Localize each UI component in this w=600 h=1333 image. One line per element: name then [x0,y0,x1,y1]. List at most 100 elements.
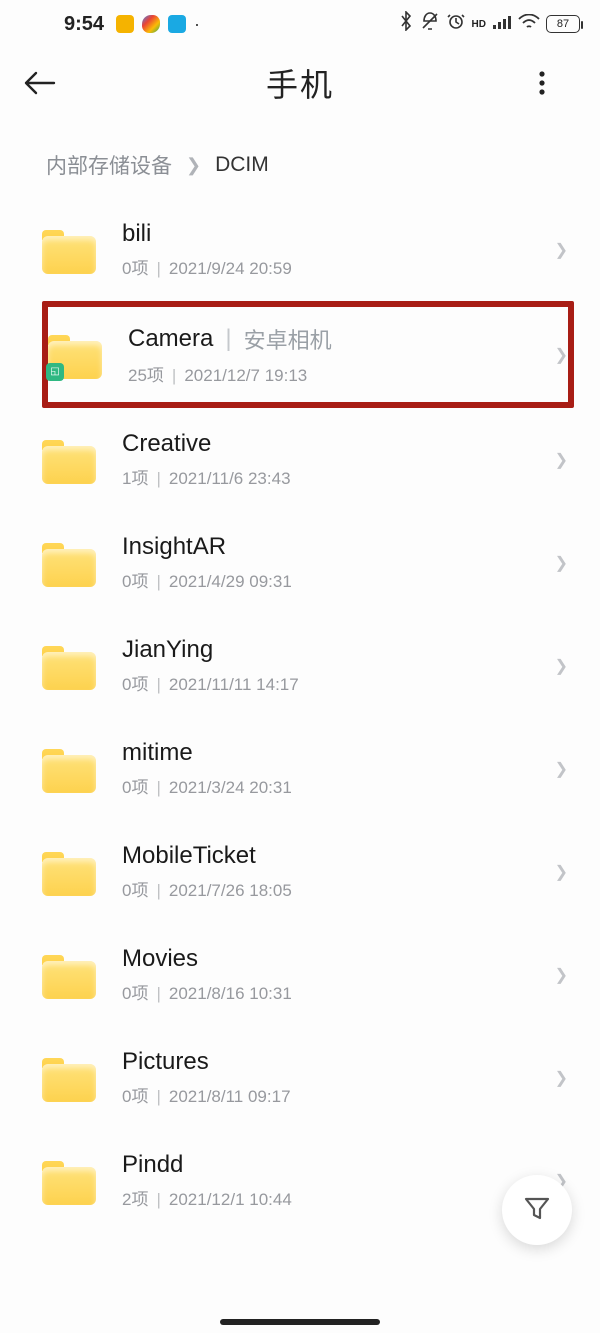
folder-count: 0项 [122,259,148,278]
chevron-right-icon: ❯ [536,656,568,676]
folder-count: 2项 [122,1190,148,1209]
status-bar: 9:54 · HD 87 [0,0,600,48]
folder-name: bili [122,220,151,248]
alarm-icon [446,11,466,37]
folder-text: Movies 0项|2021/8/16 10:31 [122,945,536,1004]
chevron-right-icon: ❯ [536,965,568,985]
folder-count: 0项 [122,675,148,694]
mute-icon [420,11,440,37]
folder-item-mitime[interactable]: mitime 0项|2021/3/24 20:31 ❯ [42,717,574,820]
folder-item-movies[interactable]: Movies 0项|2021/8/16 10:31 ❯ [42,923,574,1026]
folder-date: 2021/11/6 23:43 [169,469,291,488]
status-time: 9:54 [64,13,104,36]
folder-count: 25项 [128,366,164,385]
folder-icon [42,436,96,484]
folder-text: JianYing 0项|2021/11/11 14:17 [122,636,536,695]
folder-date: 2021/7/26 18:05 [169,881,292,900]
folder-item-camera[interactable]: ◱ Camera | 安卓相机 25项|2021/12/7 19:13 ❯ [42,301,574,408]
folder-icon [42,1157,96,1205]
folder-name: Pindd [122,1151,183,1179]
chevron-right-icon: ❯ [536,345,568,365]
status-right: HD 87 [398,11,580,37]
folder-name: Movies [122,945,198,973]
folder-text: mitime 0项|2021/3/24 20:31 [122,739,536,798]
battery-icon: 87 [546,15,580,33]
folder-text: Pindd 2项|2021/12/1 10:44 [122,1151,536,1210]
folder-icon [42,951,96,999]
page-title: 手机 [62,60,538,106]
folder-text: InsightAR 0项|2021/4/29 09:31 [122,533,536,592]
folder-name: Pictures [122,1048,209,1076]
folder-text: Camera | 安卓相机 25项|2021/12/7 19:13 [128,323,536,386]
folder-text: bili 0项|2021/9/24 20:59 [122,220,536,279]
folder-count: 1项 [122,469,148,488]
folder-name: mitime [122,739,193,767]
status-dot: · [194,14,200,35]
battery-level: 87 [557,18,569,30]
folder-item-pictures[interactable]: Pictures 0项|2021/8/11 09:17 ❯ [42,1026,574,1129]
folder-date: 2021/12/1 10:44 [169,1190,292,1209]
bluetooth-icon [398,11,414,37]
chevron-right-icon: ❯ [536,759,568,779]
folder-count: 0项 [122,1087,148,1106]
title-bar: 手机 [0,48,600,118]
folder-count: 0项 [122,778,148,797]
filter-icon [522,1193,552,1228]
breadcrumb-current: DCIM [215,153,269,177]
folder-date: 2021/3/24 20:31 [169,778,292,797]
signal-icon [492,13,512,36]
folder-item-pindd[interactable]: Pindd 2项|2021/12/1 10:44 ❯ [42,1129,574,1232]
chevron-right-icon: ❯ [536,862,568,882]
hd-icon: HD [472,19,486,30]
title-separator: | [225,325,231,353]
folder-name: Creative [122,430,211,458]
folder-name: Camera [128,325,213,353]
folder-text: Creative 1项|2021/11/6 23:43 [122,430,536,489]
folder-item-insightar[interactable]: InsightAR 0项|2021/4/29 09:31 ❯ [42,511,574,614]
folder-date: 2021/8/11 09:17 [169,1087,291,1106]
folder-icon [42,848,96,896]
folder-icon: ◱ [48,331,102,379]
folder-text: MobileTicket 0项|2021/7/26 18:05 [122,842,536,901]
folder-item-mobileticket[interactable]: MobileTicket 0项|2021/7/26 18:05 ❯ [42,820,574,923]
folder-date: 2021/9/24 20:59 [169,259,292,278]
chevron-right-icon: ❯ [186,155,201,176]
app-icon-2 [142,15,160,33]
app-icon-1 [116,15,134,33]
more-button[interactable] [538,69,578,97]
breadcrumb: 内部存储设备 ❯ DCIM [0,118,600,198]
folder-icon [42,226,96,274]
folder-icon [42,642,96,690]
folder-text: Pictures 0项|2021/8/11 09:17 [122,1048,536,1107]
back-button[interactable] [22,69,62,97]
breadcrumb-root[interactable]: 内部存储设备 [46,150,172,180]
folder-icon [42,539,96,587]
chevron-right-icon: ❯ [536,450,568,470]
folder-icon [42,745,96,793]
folder-list: bili 0项|2021/9/24 20:59 ❯ ◱ Camera | 安卓相… [0,198,600,1232]
folder-count: 0项 [122,984,148,1003]
folder-item-bili[interactable]: bili 0项|2021/9/24 20:59 ❯ [42,198,574,301]
folder-item-jianying[interactable]: JianYing 0项|2021/11/11 14:17 ❯ [42,614,574,717]
folder-name: MobileTicket [122,842,256,870]
folder-date: 2021/8/16 10:31 [169,984,292,1003]
home-indicator[interactable] [220,1319,380,1325]
folder-count: 0项 [122,881,148,900]
wifi-icon [518,13,540,36]
folder-date: 2021/4/29 09:31 [169,572,292,591]
chevron-right-icon: ❯ [536,553,568,573]
status-left: 9:54 · [64,13,200,36]
chevron-right-icon: ❯ [536,1068,568,1088]
filter-button[interactable] [502,1175,572,1245]
app-icon-3 [168,15,186,33]
folder-date: 2021/11/11 14:17 [169,675,299,694]
folder-count: 0项 [122,572,148,591]
image-badge-icon: ◱ [46,363,64,381]
folder-name: JianYing [122,636,213,664]
folder-tag: 安卓相机 [244,323,332,355]
chevron-right-icon: ❯ [536,240,568,260]
folder-item-creative[interactable]: Creative 1项|2021/11/6 23:43 ❯ [42,408,574,511]
folder-name: InsightAR [122,533,226,561]
folder-icon [42,1054,96,1102]
folder-date: 2021/12/7 19:13 [184,366,307,385]
